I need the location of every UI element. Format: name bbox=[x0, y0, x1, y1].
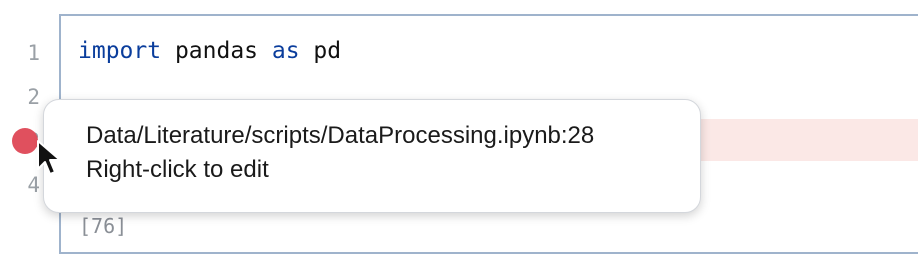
code-line-1[interactable]: import pandas as pd bbox=[78, 38, 341, 64]
line-number-2: 2 bbox=[27, 85, 40, 109]
breakpoint-path: Data/Literature/scripts/DataProcessing.i… bbox=[86, 122, 595, 149]
breakpoint-hint: Right-click to edit bbox=[86, 156, 269, 183]
breakpoint-tooltip: Data/Literature/scripts/DataProcessing.i… bbox=[43, 99, 701, 213]
keyword-import: import bbox=[78, 38, 162, 64]
line-number-1: 1 bbox=[27, 41, 40, 65]
keyword-as: as bbox=[271, 38, 300, 64]
code-text: pandas bbox=[161, 38, 272, 64]
breakpoint-icon[interactable] bbox=[12, 128, 38, 154]
code-text: pd bbox=[299, 38, 342, 64]
execution-count: [76] bbox=[79, 214, 128, 238]
mouse-pointer-icon bbox=[37, 140, 61, 175]
